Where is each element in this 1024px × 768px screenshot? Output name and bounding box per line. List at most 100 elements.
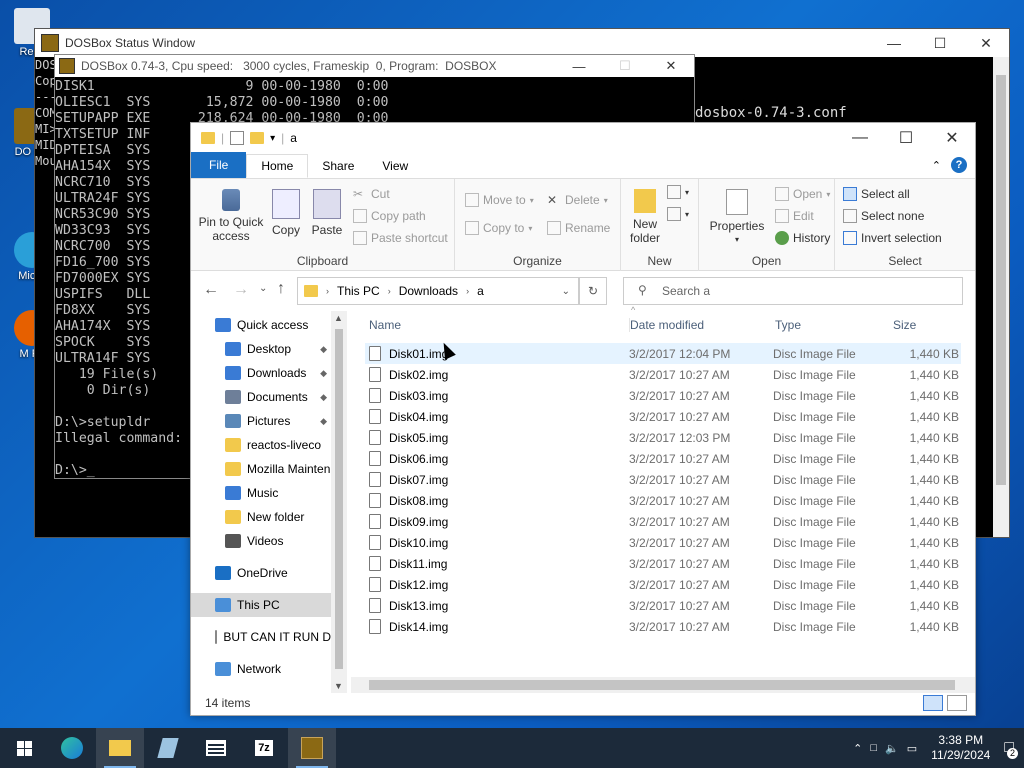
nav-reactos[interactable]: reactos-liveco [191,433,331,457]
nav-this-pc[interactable]: This PC [191,593,331,617]
easy-access-button[interactable]: ▾ [667,207,689,221]
file-row[interactable]: Disk11.img 3/2/2017 10:27 AM Disc Image Fi… [365,553,961,574]
breadcrumb-a[interactable]: a [477,284,484,298]
file-name[interactable]: Disk05.img [389,431,448,445]
nav-onedrive[interactable]: OneDrive [191,561,331,585]
breadcrumb-this-pc[interactable]: This PC [337,284,380,298]
nav-new-folder[interactable]: New folder [191,505,331,529]
new-folder-button[interactable]: New folder [629,189,661,245]
cut-button[interactable]: ✂ Cut [353,187,390,201]
file-name[interactable]: Disk07.img [389,473,448,487]
minimize-button[interactable]: — [871,29,917,57]
scrollbar-thumb[interactable] [996,75,1006,485]
start-button[interactable] [0,728,48,768]
help-icon[interactable]: ? [951,157,967,173]
delete-button[interactable]: ✕ Delete ▾ [547,193,608,207]
file-name[interactable]: Disk02.img [389,368,448,382]
column-type[interactable]: Type [775,318,801,332]
collapse-ribbon-icon[interactable]: ⌃ [932,159,941,172]
tab-home[interactable]: Home [246,154,309,178]
battery-icon[interactable]: ▭ [907,742,917,755]
taskbar-file-explorer[interactable] [96,728,144,768]
customize-dropdown-icon[interactable]: ▾ [270,133,275,144]
close-button[interactable]: ✕ [963,29,1009,57]
file-row[interactable]: Disk13.img 3/2/2017 10:27 AM Disc Image Fi… [365,595,961,616]
file-row[interactable]: Disk14.img 3/2/2017 10:27 AM Disc Image Fi… [365,616,961,637]
edit-button[interactable]: Edit [775,209,814,223]
file-name[interactable]: Disk06.img [389,452,448,466]
forward-button[interactable]: → [233,281,249,299]
column-name[interactable]: Name [369,318,401,332]
rename-button[interactable]: Rename [547,221,610,235]
taskbar-notepad[interactable] [192,728,240,768]
file-row[interactable]: Disk09.img 3/2/2017 10:27 AM Disc Image Fi… [365,511,961,532]
file-name[interactable]: Disk11.img [389,557,447,571]
file-row[interactable]: Disk04.img 3/2/2017 10:27 AM Disc Image Fi… [365,406,961,427]
file-row[interactable]: Disk05.img 3/2/2017 12:03 PM Disc Image Fi… [365,427,961,448]
taskbar-edge[interactable] [48,728,96,768]
dosbox-titlebar[interactable]: DOSBox 0.74-3, Cpu speed: 3000 cycles, F… [55,55,694,77]
maximize-button[interactable]: ☐ [602,55,648,77]
close-button[interactable]: ✕ [929,123,975,153]
minimize-button[interactable]: — [837,123,883,153]
large-icons-view-icon[interactable] [947,695,967,711]
nav-videos[interactable]: Videos [191,529,331,553]
select-none-button[interactable]: Select none [843,209,924,223]
taskbar-7zip[interactable]: 7z [240,728,288,768]
file-row[interactable]: Disk07.img 3/2/2017 10:27 AM Disc Image Fi… [365,469,961,490]
invert-selection-button[interactable]: Invert selection [843,231,942,245]
taskbar-dosbox[interactable] [288,728,336,768]
status-window-titlebar[interactable]: DOSBox Status Window — ☐ ✕ [35,29,1009,57]
tab-file[interactable]: File [191,152,247,178]
column-date[interactable]: Date modified [629,318,704,332]
file-row[interactable]: Disk03.img 3/2/2017 10:27 AM Disc Image Fi… [365,385,961,406]
select-all-button[interactable]: Select all [843,187,910,201]
file-row[interactable]: Disk06.img 3/2/2017 10:27 AM Disc Image Fi… [365,448,961,469]
taskbar-app[interactable] [144,728,192,768]
copy-path-button[interactable]: Copy path [353,209,426,223]
explorer-titlebar[interactable]: | ▾ | a — ☐ ✕ [191,123,975,153]
file-name[interactable]: Disk03.img [389,389,448,403]
nav-pictures[interactable]: Pictures ◆ [191,409,331,433]
file-name[interactable]: Disk09.img [389,515,448,529]
file-name[interactable]: Disk12.img [389,578,448,592]
nav-network[interactable]: Network [191,657,331,681]
scrollbar-thumb[interactable] [369,680,955,690]
history-button[interactable]: History [775,231,830,245]
file-row[interactable]: Disk08.img 3/2/2017 10:27 AM Disc Image Fi… [365,490,961,511]
file-name[interactable]: Disk13.img [389,599,448,613]
copy-button[interactable]: Copy [269,189,303,237]
move-to-button[interactable]: Move to ▾ [465,193,534,207]
nav-music[interactable]: Music [191,481,331,505]
file-row[interactable]: Disk02.img 3/2/2017 10:27 AM Disc Image Fi… [365,364,961,385]
maximize-button[interactable]: ☐ [883,123,929,153]
details-view-icon[interactable] [923,695,943,711]
new-item-button[interactable]: ▾ [667,185,689,199]
file-name[interactable]: Disk14.img [389,620,448,634]
tab-view[interactable]: View [368,154,422,178]
address-bar[interactable]: › This PC › Downloads › a ⌄ [297,277,579,305]
show-hidden-icons-icon[interactable]: ⌃ [853,742,862,755]
properties-button[interactable]: Properties ▾ [705,189,769,247]
nav-quick-access[interactable]: Quick access [191,313,331,337]
nav-desktop[interactable]: Desktop ◆ [191,337,331,361]
paste-shortcut-button[interactable]: Paste shortcut [353,231,448,245]
recent-locations-button[interactable]: ⌄ [259,283,267,294]
network-icon[interactable]: □ [870,742,877,754]
volume-icon[interactable]: 🔈 [885,742,899,755]
nav-drive[interactable]: BUT CAN IT RUN D [191,625,331,649]
pin-to-quick-access-button[interactable]: Pin to Quick access [197,189,265,243]
tab-share[interactable]: Share [308,154,368,178]
nav-mozilla[interactable]: Mozilla Mainten [191,457,331,481]
back-button[interactable]: ← [203,281,219,299]
status-scrollbar[interactable] [993,57,1009,537]
copy-to-button[interactable]: Copy to ▾ [465,221,532,235]
file-row[interactable]: Disk10.img 3/2/2017 10:27 AM Disc Image Fi… [365,532,961,553]
paste-button[interactable]: Paste [309,189,345,237]
close-button[interactable]: ✕ [648,55,694,77]
up-button[interactable]: ↑ [277,280,285,298]
notification-icon[interactable]: □ 2 [1004,739,1018,759]
file-name[interactable]: Disk08.img [389,494,448,508]
maximize-button[interactable]: ☐ [917,29,963,57]
address-dropdown-icon[interactable]: ⌄ [562,286,570,297]
